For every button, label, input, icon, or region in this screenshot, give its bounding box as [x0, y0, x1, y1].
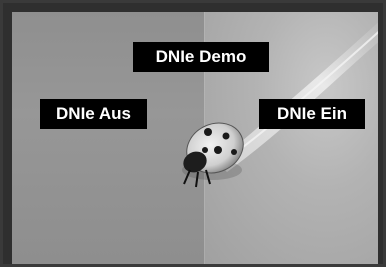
demo-screen-frame: DNIe Demo DNIe Aus DNIe Ein — [0, 0, 386, 267]
dnie-off-label: DNIe Aus — [40, 99, 147, 129]
ladybug-spot — [222, 132, 230, 140]
dnie-on-label: DNIe Ein — [259, 99, 365, 129]
demo-image-area: DNIe Demo DNIe Aus DNIe Ein — [12, 12, 378, 264]
ladybug-spot — [202, 147, 208, 153]
ladybug-spot — [214, 146, 222, 154]
dnie-demo-label: DNIe Demo — [133, 42, 269, 72]
ladybug-spot — [231, 149, 237, 155]
ladybug-spot — [204, 128, 212, 136]
